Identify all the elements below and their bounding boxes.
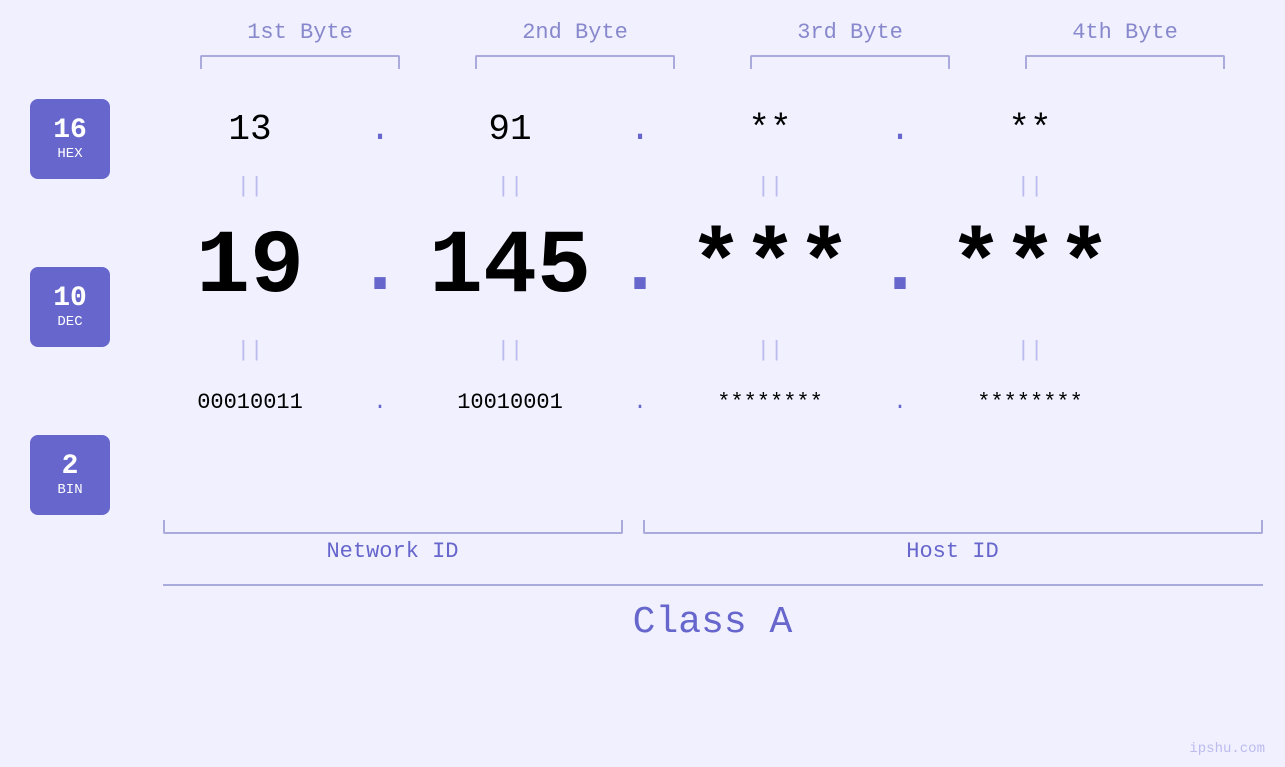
bin-row: 00010011 . 10010001 . ******** . *******…: [140, 367, 1240, 437]
dec-badge-num: 10: [53, 284, 87, 315]
eq1-b3: ||: [660, 174, 880, 199]
dec-b3-cell: ***: [660, 223, 880, 313]
class-section: Class A: [163, 584, 1263, 644]
dec-b4-value: ***: [949, 223, 1111, 313]
bin-b4-cell: ********: [920, 390, 1140, 415]
bottom-labels: Network ID Host ID: [163, 539, 1263, 564]
dec-b1-cell: 19: [140, 223, 360, 313]
bin-b1-value: 00010011: [197, 390, 303, 415]
bin-b2-cell: 10010001: [400, 390, 620, 415]
main-area: 16 HEX 10 DEC 2 BIN 13 . 91: [0, 89, 1285, 515]
host-bracket: [643, 520, 1263, 534]
bracket-byte3: [750, 55, 950, 69]
watermark: ipshu.com: [1189, 741, 1265, 757]
bin-b4-value: ********: [977, 390, 1083, 415]
byte-headers: 1st Byte 2nd Byte 3rd Byte 4th Byte: [163, 20, 1263, 45]
main-container: 1st Byte 2nd Byte 3rd Byte 4th Byte 16 H…: [0, 0, 1285, 767]
rows-wrapper: 13 . 91 . ** . ** || ||: [140, 89, 1240, 437]
dec-dot3: .: [880, 223, 920, 314]
dec-b4-cell: ***: [920, 223, 1140, 313]
hex-badge-label: HEX: [57, 146, 82, 162]
bin-dot1: .: [360, 390, 400, 415]
eq2-b1: ||: [140, 338, 360, 363]
eq-sep-2: || || || ||: [140, 333, 1240, 367]
eq-sep-1: || || || ||: [140, 169, 1240, 203]
eq2-b2: ||: [400, 338, 620, 363]
bottom-brackets: [163, 520, 1263, 534]
class-label: Class A: [633, 601, 793, 644]
bin-badge: 2 BIN: [30, 435, 110, 515]
byte3-header: 3rd Byte: [740, 20, 960, 45]
eq2-b4: ||: [920, 338, 1140, 363]
badge-column: 16 HEX 10 DEC 2 BIN: [0, 89, 140, 515]
hex-badge-num: 16: [53, 116, 87, 147]
hex-b2-cell: 91: [400, 109, 620, 150]
bracket-byte1: [200, 55, 400, 69]
hex-dot3: .: [880, 109, 920, 150]
eq1-b2: ||: [400, 174, 620, 199]
hex-b3-value: **: [748, 109, 791, 150]
byte4-header: 4th Byte: [1015, 20, 1235, 45]
bin-dot3: .: [880, 390, 920, 415]
hex-b1-value: 13: [228, 109, 271, 150]
bin-b3-value: ********: [717, 390, 823, 415]
bin-b1-cell: 00010011: [140, 390, 360, 415]
hex-b1-cell: 13: [140, 109, 360, 150]
hex-b2-value: 91: [488, 109, 531, 150]
bottom-section: Network ID Host ID: [163, 520, 1263, 564]
top-brackets: [163, 55, 1263, 69]
dec-dot2: .: [620, 223, 660, 314]
network-bracket: [163, 520, 623, 534]
dec-b3-value: ***: [689, 223, 851, 313]
hex-badge: 16 HEX: [30, 99, 110, 179]
hex-dot1: .: [360, 109, 400, 150]
bracket-byte4: [1025, 55, 1225, 69]
bin-badge-label: BIN: [57, 482, 82, 498]
hex-b4-cell: **: [920, 109, 1140, 150]
dec-badge-label: DEC: [57, 314, 82, 330]
hex-b3-cell: **: [660, 109, 880, 150]
dec-badge: 10 DEC: [30, 267, 110, 347]
bin-b3-cell: ********: [660, 390, 880, 415]
dec-b2-value: 145: [429, 223, 591, 313]
hex-dot2: .: [620, 109, 660, 150]
dec-b2-cell: 145: [400, 223, 620, 313]
label-gap: [623, 539, 643, 564]
bracket-byte2: [475, 55, 675, 69]
dec-b1-value: 19: [196, 223, 304, 313]
bin-dot2: .: [620, 390, 660, 415]
eq1-b1: ||: [140, 174, 360, 199]
eq2-b3: ||: [660, 338, 880, 363]
bin-badge-num: 2: [62, 452, 79, 483]
dec-dot1: .: [360, 223, 400, 314]
bracket-gap: [623, 520, 643, 534]
hex-row: 13 . 91 . ** . **: [140, 89, 1240, 169]
dec-row: 19 . 145 . *** . ***: [140, 203, 1240, 333]
byte1-header: 1st Byte: [190, 20, 410, 45]
bin-b2-value: 10010001: [457, 390, 563, 415]
host-id-label: Host ID: [643, 539, 1263, 564]
hex-b4-value: **: [1008, 109, 1051, 150]
byte2-header: 2nd Byte: [465, 20, 685, 45]
eq1-b4: ||: [920, 174, 1140, 199]
network-id-label: Network ID: [163, 539, 623, 564]
